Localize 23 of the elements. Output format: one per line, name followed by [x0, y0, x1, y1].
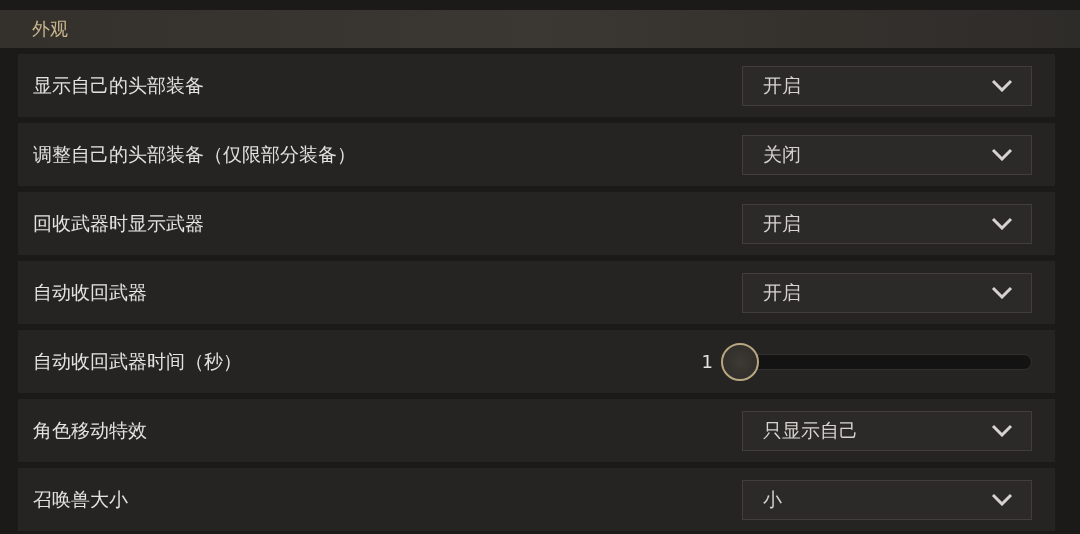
section-title: 外观: [32, 17, 68, 41]
chevron-down-icon: [991, 493, 1013, 506]
setting-label: 角色移动特效: [33, 417, 148, 443]
slider-thumb[interactable]: [721, 342, 759, 381]
chevron-down-icon: [991, 217, 1013, 230]
setting-label: 回收武器时显示武器: [33, 210, 205, 236]
setting-label: 调整自己的头部装备（仅限部分装备）: [33, 141, 357, 167]
chevron-down-icon: [991, 424, 1013, 437]
dropdown[interactable]: 开启: [742, 65, 1032, 106]
slider-value: 1: [701, 351, 713, 372]
slider[interactable]: [721, 342, 1032, 381]
dropdown[interactable]: 开启: [742, 203, 1032, 244]
chevron-down-icon: [991, 286, 1013, 299]
dropdown[interactable]: 小: [742, 479, 1032, 520]
dropdown[interactable]: 关闭: [742, 134, 1032, 175]
setting-label: 自动收回武器: [33, 279, 148, 305]
chevron-down-icon: [991, 148, 1013, 161]
chevron-down-icon: [991, 79, 1013, 92]
setting-label: 显示自己的头部装备: [33, 72, 205, 98]
setting-label: 召唤兽大小: [33, 486, 129, 512]
dropdown[interactable]: 只显示自己: [742, 410, 1032, 451]
setting-label: 自动收回武器时间（秒）: [33, 348, 243, 374]
dropdown[interactable]: 开启: [742, 272, 1032, 313]
